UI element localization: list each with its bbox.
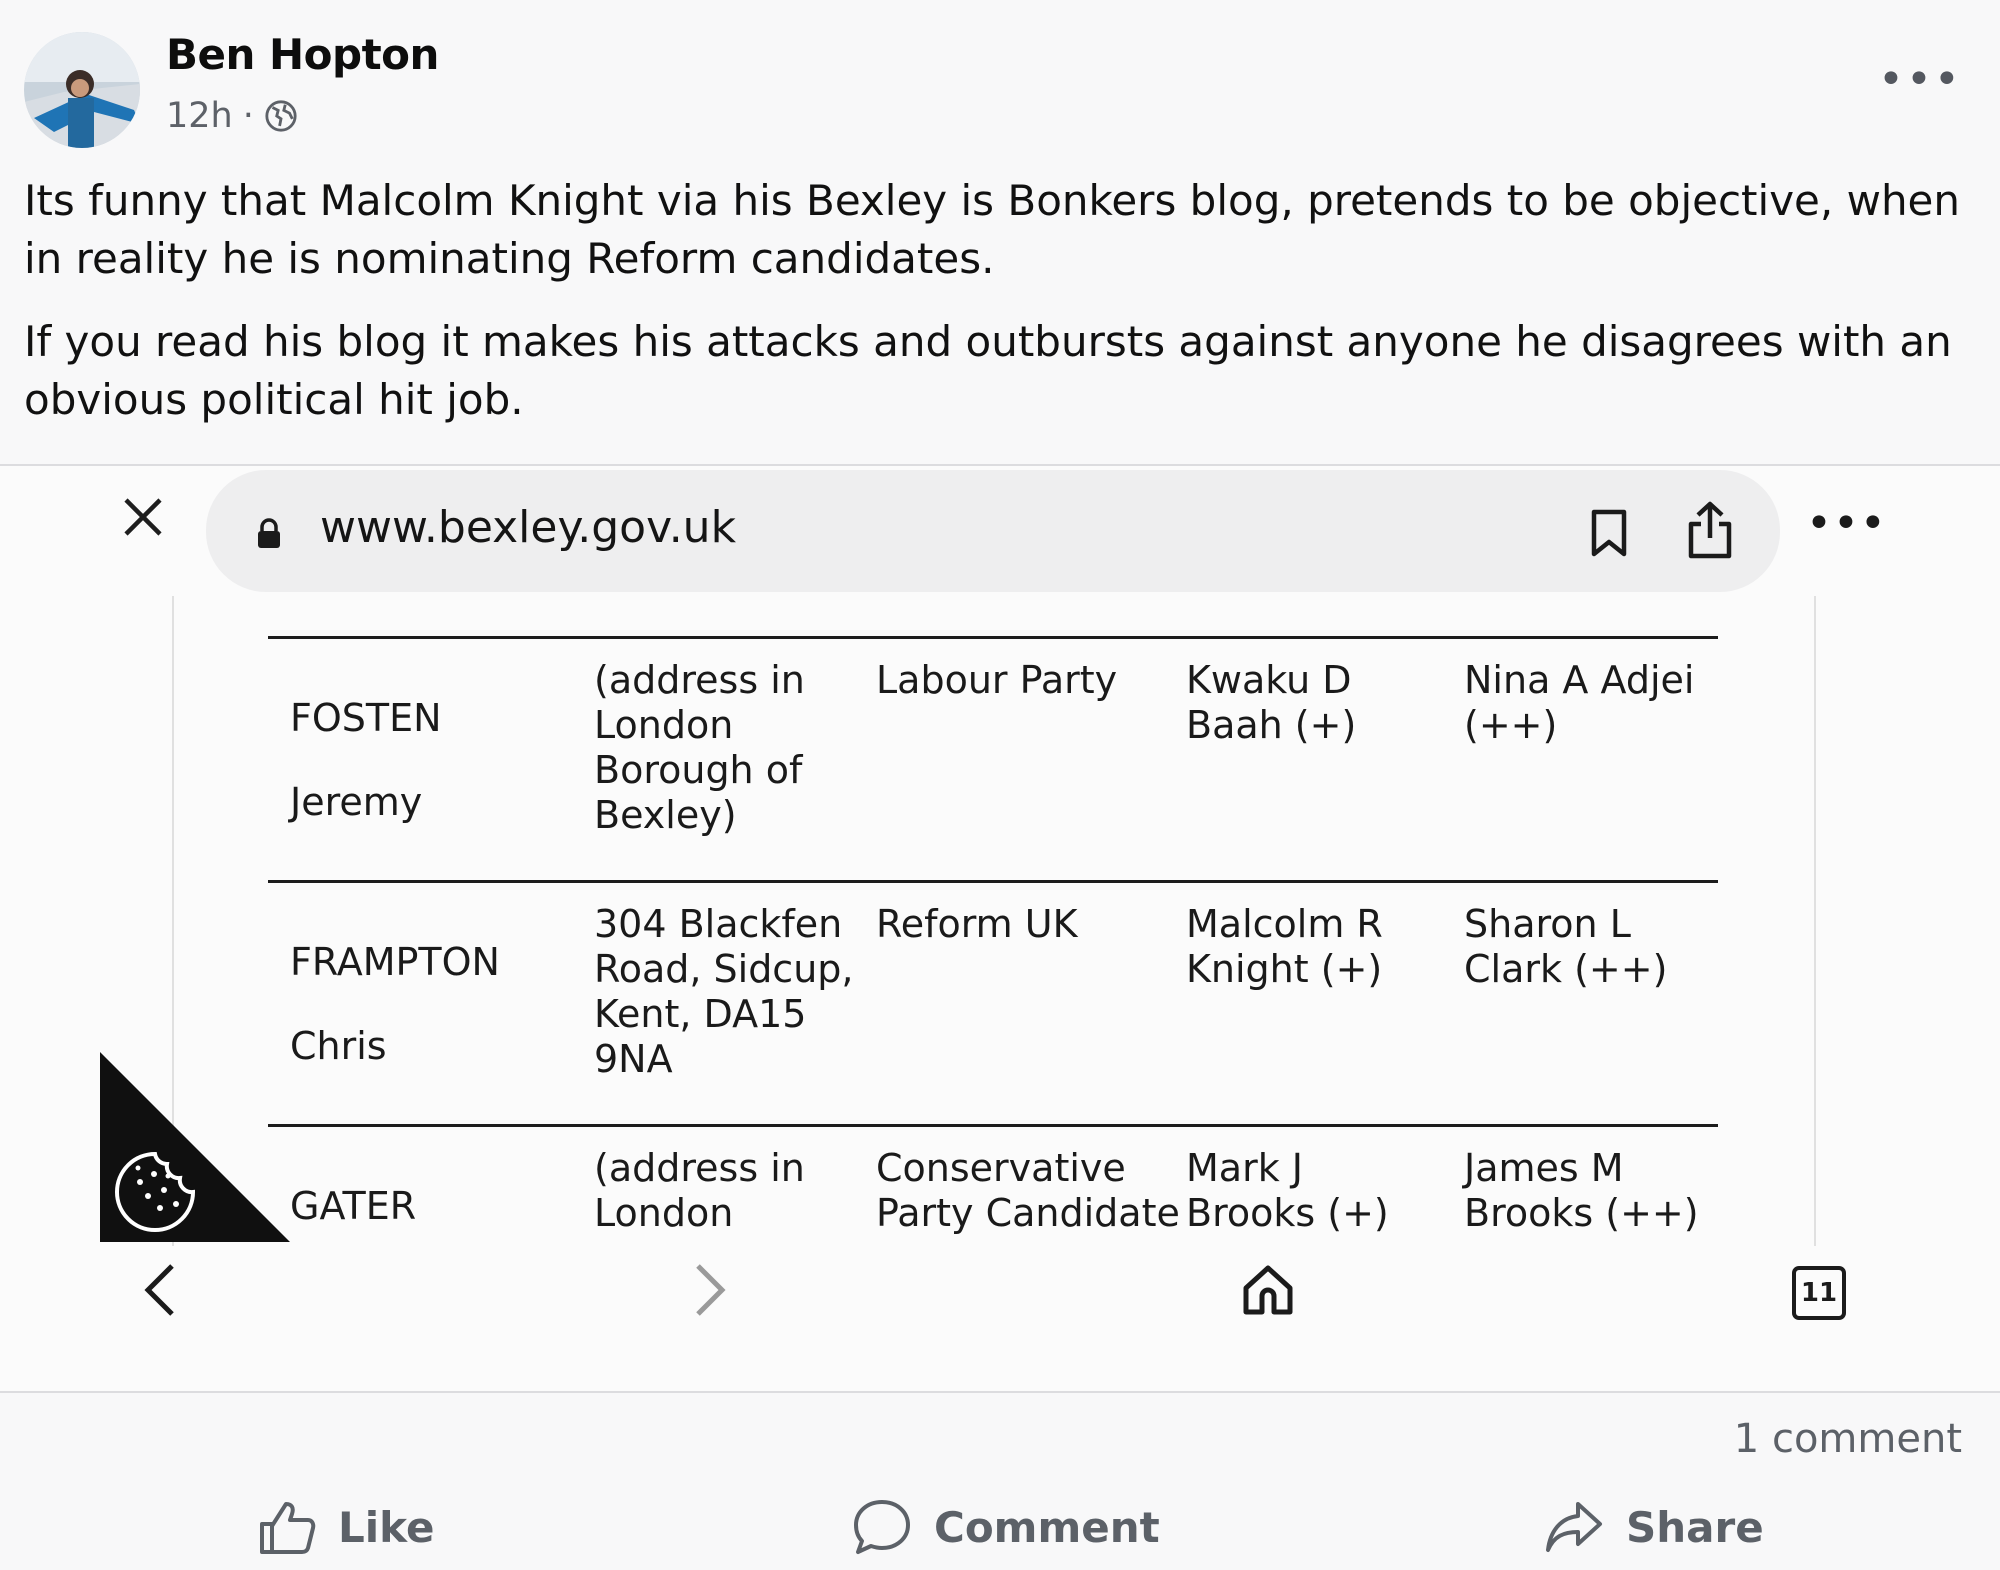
seconder: Sharon L Clark (++)	[1464, 902, 1668, 991]
comment-icon	[854, 1500, 910, 1554]
candidate-address: 304 Blackfen Road, Sidcup, Kent, DA15 9NA	[594, 902, 854, 1081]
home-icon[interactable]	[1240, 1262, 1296, 1318]
address-bar[interactable]: www.bexley.gov.uk	[206, 470, 1780, 592]
avatar[interactable]	[24, 32, 140, 148]
post-options-icon[interactable]: •••	[1878, 58, 1962, 102]
attached-image[interactable]: www.bexley.gov.uk ••• FOSTEN Jeremy (add…	[0, 466, 2000, 1391]
candidate-surname: FRAMPTON	[290, 940, 500, 984]
tabs-icon[interactable]: 11	[1792, 1266, 1846, 1320]
candidate-forename: Jeremy	[290, 780, 423, 824]
seconder: Nina A Adjei (++)	[1464, 658, 1695, 747]
thumbs-up-icon	[260, 1502, 316, 1554]
proposer: Mark J Brooks (+)	[1186, 1146, 1389, 1235]
globe-icon	[265, 100, 297, 132]
like-button[interactable]: Like	[258, 1498, 434, 1556]
comment-button[interactable]: Comment	[852, 1498, 1160, 1556]
url-text[interactable]: www.bexley.gov.uk	[320, 502, 736, 553]
candidate-party: Labour Party	[876, 658, 1118, 702]
proposer: Kwaku D Baah (+)	[1186, 658, 1357, 747]
candidate-address: (address in London	[594, 1146, 805, 1235]
comment-label: Comment	[934, 1502, 1160, 1552]
post-paragraph: Its funny that Malcolm Knight via his Be…	[24, 176, 1961, 283]
divider	[0, 1391, 2000, 1393]
author-name[interactable]: Ben Hopton	[166, 30, 439, 79]
seconder: James M Brooks (++)	[1464, 1146, 1699, 1235]
like-label: Like	[338, 1502, 435, 1552]
proposer: Malcolm R Knight (+)	[1186, 902, 1383, 991]
back-icon[interactable]	[140, 1262, 180, 1318]
post-meta: 12h ·	[166, 96, 298, 136]
candidate-surname: GATER	[290, 1184, 417, 1228]
meta-separator: ·	[242, 96, 254, 136]
candidate-forename: Chris	[290, 1024, 387, 1068]
table-rule	[268, 880, 1718, 883]
share-icon[interactable]	[1686, 500, 1734, 560]
facebook-post: Ben Hopton 12h · ••• Its funny that Malc…	[0, 0, 2000, 1570]
candidate-address: (address in London Borough of Bexley)	[594, 658, 805, 837]
browser-more-icon[interactable]: •••	[1806, 502, 1887, 546]
post-time[interactable]: 12h	[166, 96, 233, 136]
page-edge	[1814, 596, 1816, 1246]
comment-count[interactable]: 1 comment	[1734, 1416, 1962, 1462]
lock-icon	[258, 518, 280, 548]
candidate-party: Reform UK	[876, 902, 1078, 946]
table-rule	[268, 1124, 1718, 1127]
post-paragraph: If you read his blog it makes his attack…	[24, 317, 1952, 424]
forward-icon[interactable]	[690, 1262, 730, 1318]
share-label: Share	[1626, 1502, 1764, 1552]
table-rule	[268, 636, 1718, 639]
bookmark-icon[interactable]	[1589, 508, 1629, 558]
candidate-party: Conservative Party Candidate	[876, 1146, 1180, 1235]
candidate-surname: FOSTEN	[290, 696, 442, 740]
share-button[interactable]: Share	[1544, 1498, 1764, 1556]
close-icon[interactable]	[122, 488, 182, 548]
cookie-icon[interactable]	[100, 1052, 290, 1242]
share-arrow-icon	[1546, 1502, 1602, 1552]
